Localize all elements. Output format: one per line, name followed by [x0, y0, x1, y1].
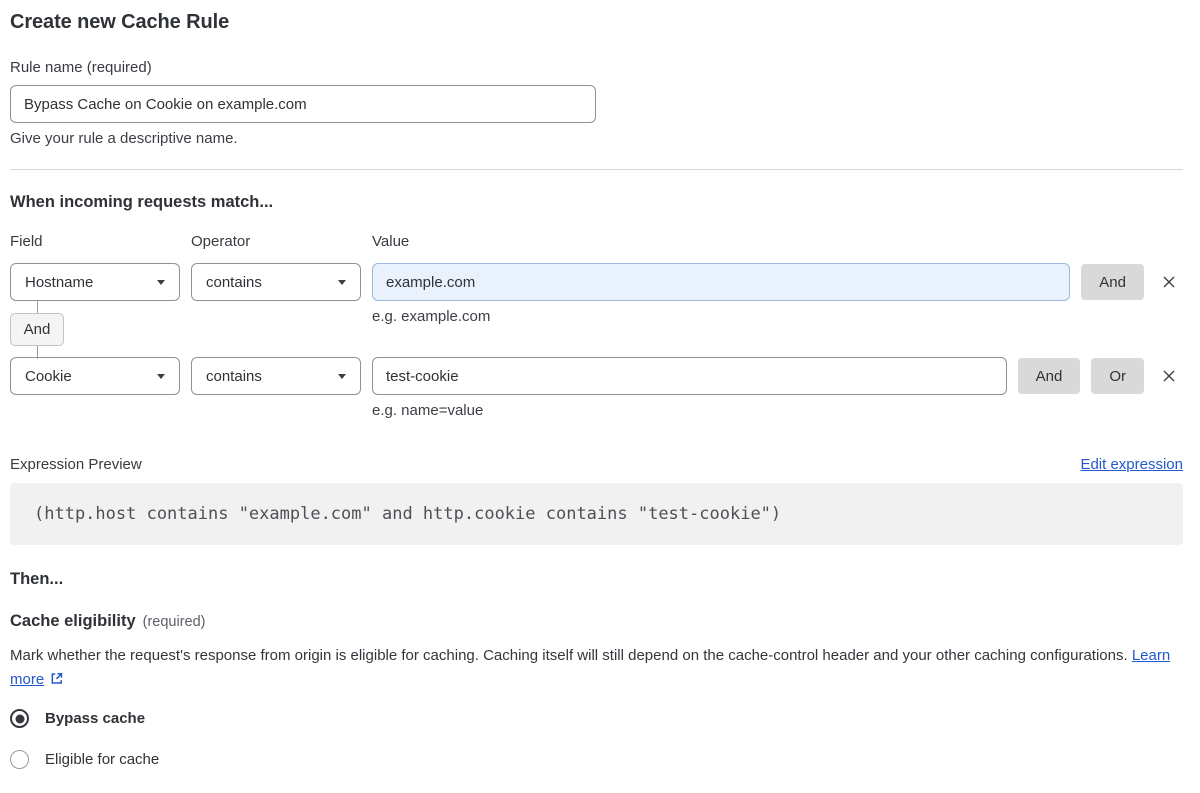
connector-and-button[interactable]: And — [10, 301, 64, 359]
operator-select[interactable]: contains — [191, 263, 361, 301]
cache-eligibility-heading: Cache eligibility (required) — [10, 612, 1183, 631]
field-select[interactable]: Hostname — [10, 263, 180, 301]
expression-code: (http.host contains "example.com" and ht… — [34, 504, 782, 524]
cache-eligibility-title: Cache eligibility — [10, 612, 136, 630]
create-cache-rule-form: Create new Cache Rule Rule name (require… — [0, 11, 1183, 769]
field-select-value: Hostname — [25, 273, 94, 291]
cache-eligibility-options: Bypass cache Eligible for cache — [10, 709, 1183, 769]
value-input[interactable] — [372, 357, 1007, 395]
bypass-cache-option[interactable]: Bypass cache — [10, 709, 1183, 728]
operator-select-value: contains — [206, 273, 262, 291]
eligible-for-cache-label: Eligible for cache — [45, 751, 160, 768]
expression-preview-header: Expression Preview Edit expression — [10, 456, 1183, 473]
expression-preview-box: (http.host contains "example.com" and ht… — [10, 483, 1183, 545]
condition-rows: Hostname contains And e.g. example.com A… — [10, 263, 1183, 419]
x-icon — [1163, 276, 1175, 288]
value-hint: e.g. name=value — [372, 402, 484, 419]
section-divider — [10, 169, 1183, 170]
match-section-heading: When incoming requests match... — [10, 193, 274, 211]
chevron-down-icon — [338, 373, 346, 379]
external-link-icon — [51, 673, 63, 684]
rule-name-input[interactable] — [10, 85, 596, 123]
operator-select[interactable]: contains — [191, 357, 361, 395]
then-heading: Then... — [10, 570, 64, 588]
required-note: (required) — [142, 614, 206, 630]
operator-column-label: Operator — [191, 233, 251, 250]
and-button[interactable]: And — [1017, 358, 1081, 394]
description-text: Mark whether the request's response from… — [10, 647, 1128, 664]
and-button[interactable]: And — [1081, 264, 1144, 300]
operator-select-value: contains — [206, 367, 262, 385]
radio-selected-icon[interactable] — [10, 709, 29, 728]
radio-unselected-icon[interactable] — [10, 750, 29, 769]
value-input[interactable] — [372, 263, 1071, 301]
remove-condition-button[interactable] — [1155, 268, 1183, 296]
cache-eligibility-description: Mark whether the request's response from… — [10, 644, 1183, 692]
or-button[interactable]: Or — [1091, 358, 1144, 394]
expression-preview-label: Expression Preview — [10, 456, 142, 473]
value-column-label: Value — [372, 233, 410, 250]
condition-row-1: Hostname contains And e.g. example.com — [10, 263, 1183, 325]
chevron-down-icon — [338, 279, 346, 285]
row-actions: And — [1081, 264, 1144, 300]
condition-row-2: Cookie contains And Or e.g. name=value — [10, 357, 1183, 419]
page-title: Create new Cache Rule — [10, 11, 230, 33]
condition-column-labels: Field Operator Value — [10, 233, 1183, 250]
row-actions: And Or — [1017, 358, 1144, 394]
rule-name-label: Rule name (required) — [10, 59, 152, 76]
bypass-cache-label: Bypass cache — [45, 710, 146, 727]
eligible-for-cache-option[interactable]: Eligible for cache — [10, 750, 1183, 769]
field-select-value: Cookie — [25, 367, 72, 385]
chevron-down-icon — [157, 279, 165, 285]
field-select[interactable]: Cookie — [10, 357, 180, 395]
remove-condition-button[interactable] — [1155, 362, 1183, 390]
field-column-label: Field — [10, 233, 43, 250]
chevron-down-icon — [157, 373, 165, 379]
rule-name-help: Give your rule a descriptive name. — [10, 130, 238, 147]
value-hint: e.g. example.com — [372, 308, 491, 325]
x-icon — [1163, 370, 1175, 382]
edit-expression-link[interactable]: Edit expression — [1080, 456, 1183, 473]
